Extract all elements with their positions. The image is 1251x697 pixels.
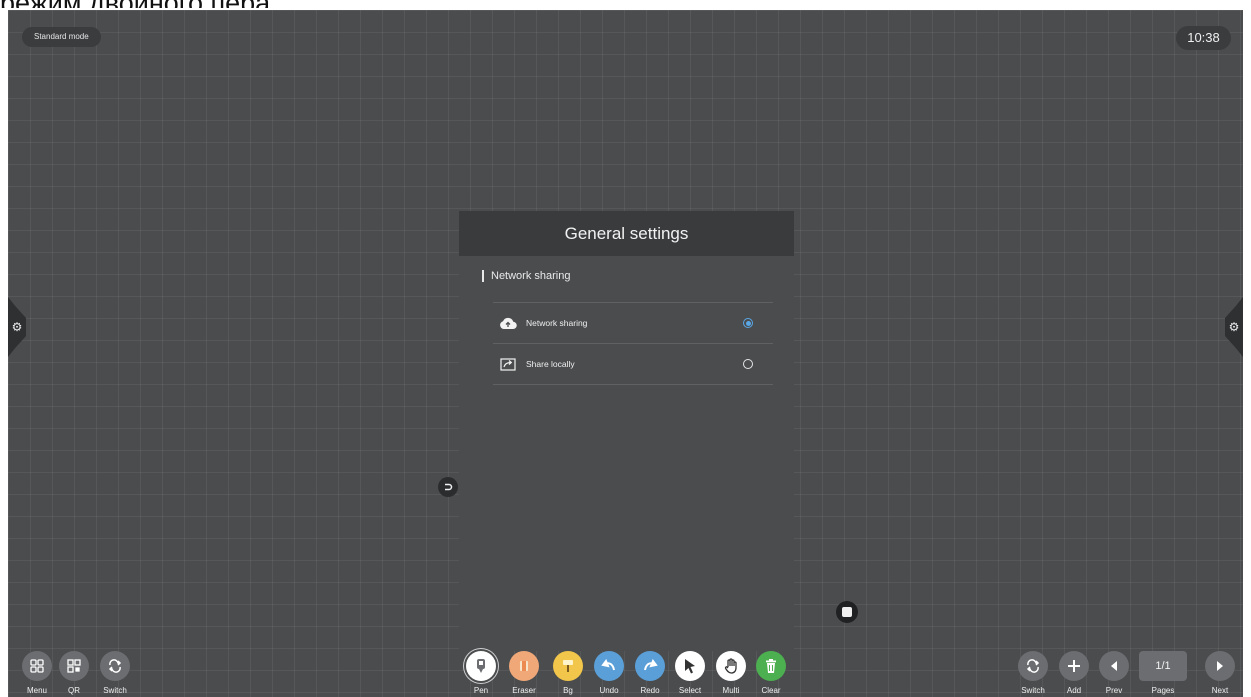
dialog-title: General settings <box>459 211 794 256</box>
share-icon <box>499 357 517 371</box>
next-label: Next <box>1211 686 1229 695</box>
qr-label: QR <box>68 686 80 695</box>
eraser-icon <box>509 651 539 681</box>
menu-label: Menu <box>26 686 47 695</box>
sharing-options: Network sharing Share locally <box>493 302 773 385</box>
undo-button[interactable]: Undo <box>594 651 624 695</box>
next-icon <box>1205 651 1235 681</box>
section-title: Network sharing <box>482 270 794 282</box>
left-settings-tab[interactable]: ⚙ <box>8 297 26 357</box>
select-tool[interactable]: Select <box>675 651 705 695</box>
pen-icon <box>466 651 496 681</box>
gear-icon: ⚙ <box>1228 320 1240 334</box>
pen-label: Pen <box>473 686 489 695</box>
switch-button-right[interactable]: Switch <box>1018 651 1048 695</box>
stop-button[interactable] <box>836 601 858 623</box>
menu-button[interactable]: Menu <box>22 651 52 695</box>
undo-icon <box>594 651 624 681</box>
bg-label: Bg <box>563 686 573 695</box>
qr-icon <box>59 651 89 681</box>
radio-selected[interactable] <box>743 318 753 328</box>
option-label: Share locally <box>526 359 575 369</box>
switch-button-left[interactable]: Switch <box>100 651 130 695</box>
grid-icon <box>22 651 52 681</box>
undo-label: Undo <box>599 686 619 695</box>
switch-icon <box>100 651 130 681</box>
redo-button[interactable]: Redo <box>635 651 665 695</box>
prev-label: Prev <box>1105 686 1123 695</box>
eraser-label: Eraser <box>512 686 536 695</box>
switch-icon <box>1018 651 1048 681</box>
select-label: Select <box>678 686 702 695</box>
cursor-icon <box>675 651 705 681</box>
option-share-locally[interactable]: Share locally <box>493 344 773 385</box>
stop-icon <box>842 607 852 617</box>
multi-tool[interactable]: Multi <box>716 651 746 695</box>
pen-tool[interactable]: Pen <box>466 651 496 695</box>
clear-label: Clear <box>761 686 781 695</box>
clear-button[interactable]: Clear <box>756 651 786 695</box>
clock: 10:38 <box>1176 26 1231 50</box>
bottom-toolbar: Menu QR Switch Pen Eraser Bg Undo Redo S… <box>8 647 1243 697</box>
multi-label: Multi <box>722 686 740 695</box>
add-page-button[interactable]: Add <box>1059 651 1089 695</box>
option-label: Network sharing <box>526 318 588 328</box>
redo-icon <box>635 651 665 681</box>
redo-label: Redo <box>640 686 660 695</box>
switch-label: Switch <box>1021 686 1045 695</box>
right-settings-tab[interactable]: ⚙ <box>1225 297 1243 357</box>
overlay-caption: режим двойного пера. <box>0 0 278 8</box>
switch-label: Switch <box>103 686 127 695</box>
gear-icon: ⚙ <box>11 320 23 334</box>
back-button[interactable] <box>438 477 458 497</box>
page-count: 1/1 <box>1139 651 1187 681</box>
general-settings-dialog: General settings Network sharing Network… <box>459 211 794 651</box>
pages-label: Pages <box>1151 686 1175 695</box>
option-network-sharing[interactable]: Network sharing <box>493 303 773 344</box>
add-label: Add <box>1066 686 1082 695</box>
qr-button[interactable]: QR <box>59 651 89 695</box>
trash-icon <box>756 651 786 681</box>
cloud-icon <box>499 316 517 330</box>
whiteboard-canvas[interactable]: Standard mode 10:38 ⚙ ⚙ General settings… <box>8 10 1243 697</box>
hand-icon <box>716 651 746 681</box>
paint-roller-icon <box>553 651 583 681</box>
next-page-button[interactable]: Next <box>1205 651 1235 695</box>
radio-unselected[interactable] <box>743 359 753 369</box>
plus-icon <box>1059 651 1089 681</box>
prev-page-button[interactable]: Prev <box>1099 651 1129 695</box>
pages-indicator[interactable]: 1/1 Pages <box>1139 651 1187 695</box>
mode-indicator[interactable]: Standard mode <box>22 27 101 47</box>
back-icon <box>445 483 453 491</box>
eraser-tool[interactable]: Eraser <box>509 651 539 695</box>
bg-tool[interactable]: Bg <box>553 651 583 695</box>
prev-icon <box>1099 651 1129 681</box>
